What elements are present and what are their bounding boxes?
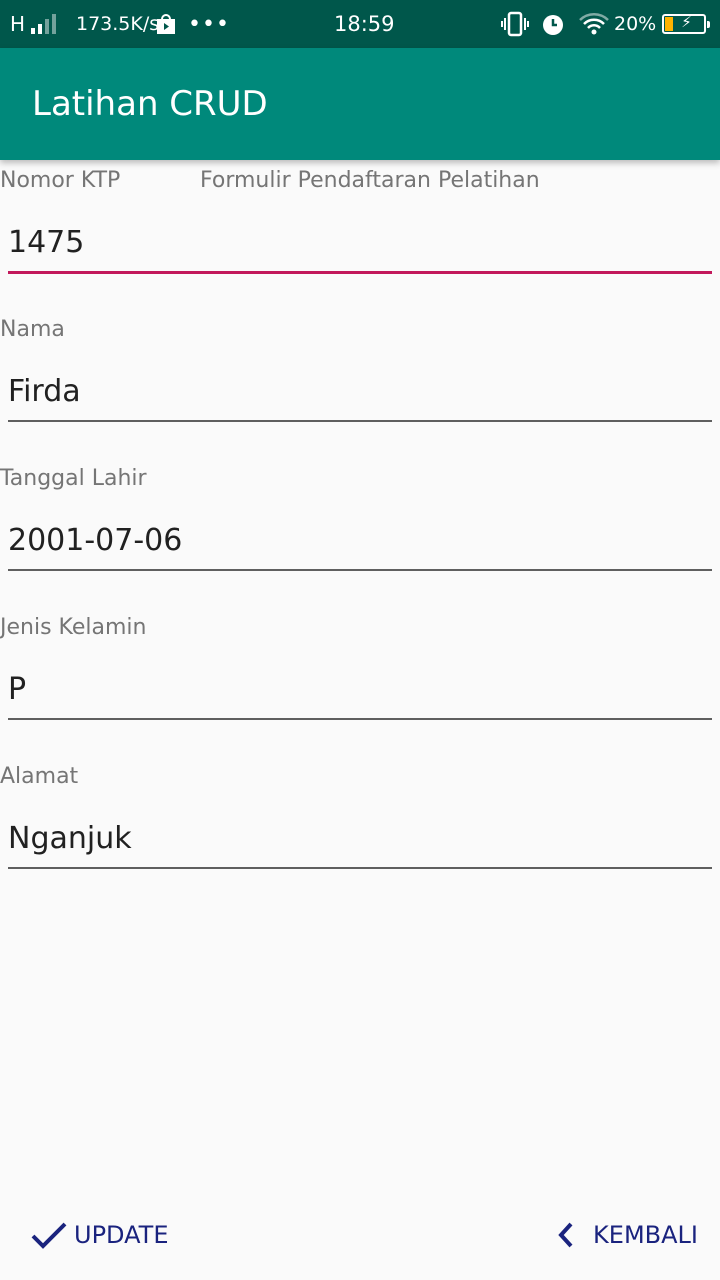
ktp-input[interactable] bbox=[8, 214, 712, 274]
tanggal-lahir-label: Tanggal Lahir bbox=[0, 466, 147, 491]
update-button[interactable]: UPDATE bbox=[30, 1210, 168, 1260]
network-type: H bbox=[10, 12, 26, 36]
vibrate-icon bbox=[500, 0, 530, 48]
alamat-input[interactable] bbox=[8, 809, 712, 869]
form-heading: Formulir Pendaftaran Pelatihan bbox=[200, 168, 540, 193]
check-icon bbox=[31, 1222, 67, 1249]
wifi-icon bbox=[578, 0, 610, 48]
app-title: Latihan CRUD bbox=[32, 84, 268, 124]
battery-status: 20% ⚡ bbox=[614, 0, 711, 48]
back-button-label: KEMBALI bbox=[593, 1221, 698, 1249]
clock: 18:59 bbox=[334, 12, 395, 36]
app-bar: Latihan CRUD bbox=[0, 48, 720, 160]
ktp-label: Nomor KTP bbox=[0, 168, 121, 193]
alamat-label: Alamat bbox=[0, 764, 79, 789]
nama-label: Nama bbox=[0, 317, 65, 342]
tanggal-lahir-input[interactable] bbox=[8, 511, 712, 571]
status-bar: H 173.5K/s ••• 18:59 20% ⚡ bbox=[0, 0, 720, 48]
alarm-icon bbox=[540, 0, 566, 48]
jenis-kelamin-input[interactable] bbox=[8, 660, 712, 720]
back-button[interactable]: KEMBALI bbox=[555, 1210, 698, 1260]
signal-indicator: H bbox=[10, 0, 57, 48]
chevron-left-icon bbox=[558, 1222, 573, 1248]
battery-percentage: 20% bbox=[614, 13, 657, 35]
jenis-kelamin-label: Jenis Kelamin bbox=[0, 615, 147, 640]
update-button-label: UPDATE bbox=[74, 1221, 169, 1249]
play-store-icon bbox=[154, 0, 178, 48]
more-notifications-icon: ••• bbox=[188, 11, 230, 37]
signal-icon bbox=[31, 14, 57, 34]
battery-icon: ⚡ bbox=[662, 13, 711, 34]
nama-input[interactable] bbox=[8, 362, 712, 422]
network-speed: 173.5K/s bbox=[76, 13, 160, 35]
